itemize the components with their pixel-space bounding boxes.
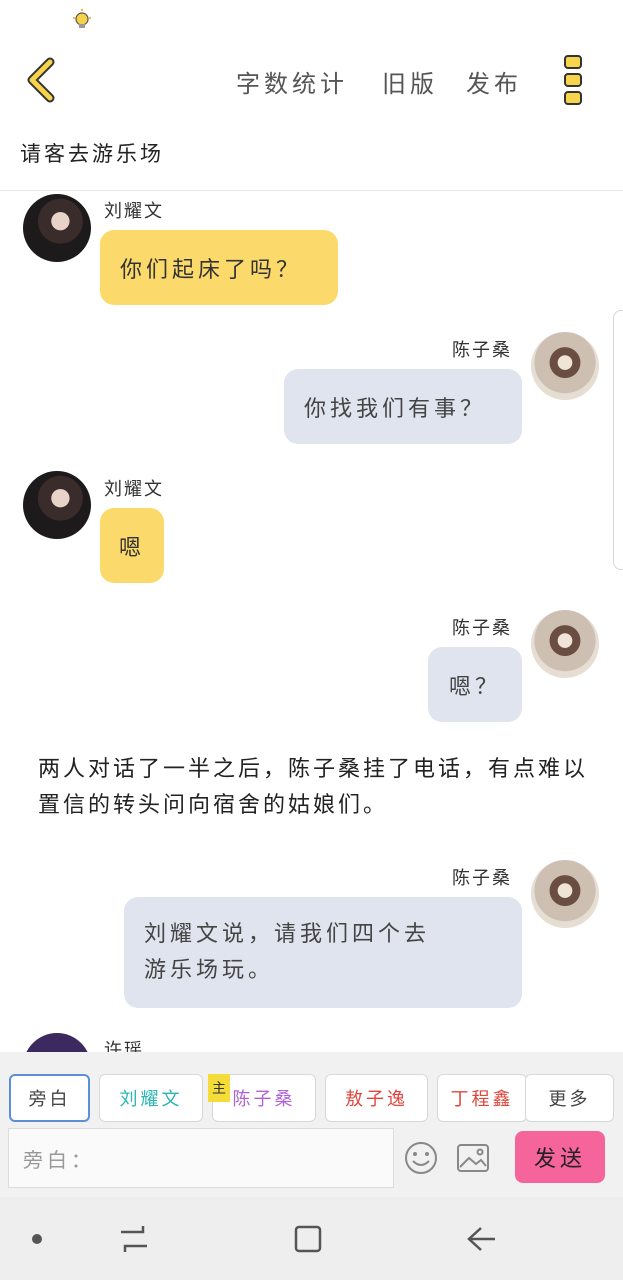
sender-name: 陈子桑	[452, 618, 512, 639]
divider	[0, 190, 623, 191]
role-label: 更多	[548, 1089, 591, 1110]
avatar-chen-zisang[interactable]	[531, 860, 599, 928]
message-text: 你们起床了吗？	[120, 257, 303, 283]
top-bar: 字数统计 旧版 发布	[0, 44, 623, 116]
message-input[interactable]: 旁白：	[8, 1128, 394, 1188]
message-text-line: 刘耀文说，请我们四个去	[144, 921, 431, 947]
story-title: 请客去游乐场	[20, 142, 164, 166]
message-text: 你找我们有事？	[304, 396, 487, 422]
more-options-icon[interactable]	[562, 54, 586, 108]
role-chip-liu-yaowen[interactable]: 刘耀文	[99, 1074, 203, 1122]
more-roles-button[interactable]: 更多	[525, 1074, 614, 1122]
lightbulb-icon	[73, 9, 91, 28]
input-placeholder: 旁白：	[23, 1147, 95, 1172]
avatar-liu-yaowen[interactable]	[23, 471, 91, 539]
avatar-liu-yaowen[interactable]	[23, 194, 91, 262]
message-bubble[interactable]: 你们起床了吗？	[100, 230, 338, 305]
recent-apps-icon[interactable]	[117, 1222, 151, 1256]
role-chip-ao-ziyi[interactable]: 敖子逸	[325, 1074, 428, 1122]
word-count-button[interactable]: 字数统计	[236, 64, 348, 99]
send-button[interactable]: 发送	[515, 1131, 605, 1183]
status-bar	[0, 0, 623, 40]
publish-button[interactable]: 发布	[466, 64, 522, 99]
emoji-icon[interactable]	[403, 1140, 439, 1176]
role-chip-ding-chengxin[interactable]: 丁程鑫	[437, 1074, 527, 1122]
message-bubble[interactable]: 刘耀文说，请我们四个去 游乐场玩。	[124, 897, 522, 1008]
message-text: 嗯？	[448, 674, 501, 700]
message-text-line: 游乐场玩。	[144, 957, 275, 983]
role-label: 陈子桑	[232, 1089, 296, 1110]
role-chip-narrator[interactable]: 旁白	[9, 1074, 90, 1122]
avatar-chen-zisang[interactable]	[531, 332, 599, 400]
message-bubble[interactable]: 你找我们有事？	[284, 369, 522, 444]
message-bubble[interactable]: 嗯	[100, 508, 164, 583]
message-text: 嗯	[118, 535, 145, 561]
message-bubble[interactable]: 嗯？	[428, 647, 522, 722]
role-label: 刘耀文	[119, 1089, 183, 1110]
avatar-chen-zisang[interactable]	[531, 610, 599, 678]
send-label: 发送	[533, 1147, 586, 1172]
role-label: 敖子逸	[345, 1089, 408, 1110]
dot-icon[interactable]	[20, 1222, 54, 1256]
main-character-badge: 主	[208, 1074, 230, 1102]
image-icon[interactable]	[455, 1140, 491, 1176]
role-label: 丁程鑫	[450, 1089, 514, 1110]
narration-text: 两人对话了一半之后，陈子桑挂了电话，有点难以置信的转头问向宿舍的姑娘们。	[38, 757, 589, 818]
sender-name: 刘耀文	[104, 479, 164, 500]
old-version-button[interactable]: 旧版	[382, 64, 438, 99]
back-arrow-icon[interactable]	[22, 56, 62, 104]
sender-name: 陈子桑	[452, 868, 512, 889]
home-icon[interactable]	[291, 1222, 325, 1256]
role-label: 旁白	[28, 1089, 71, 1110]
back-icon[interactable]	[465, 1222, 499, 1256]
sender-name: 刘耀文	[104, 201, 164, 222]
sender-name: 陈子桑	[452, 340, 512, 361]
scrollbar[interactable]	[613, 310, 623, 570]
